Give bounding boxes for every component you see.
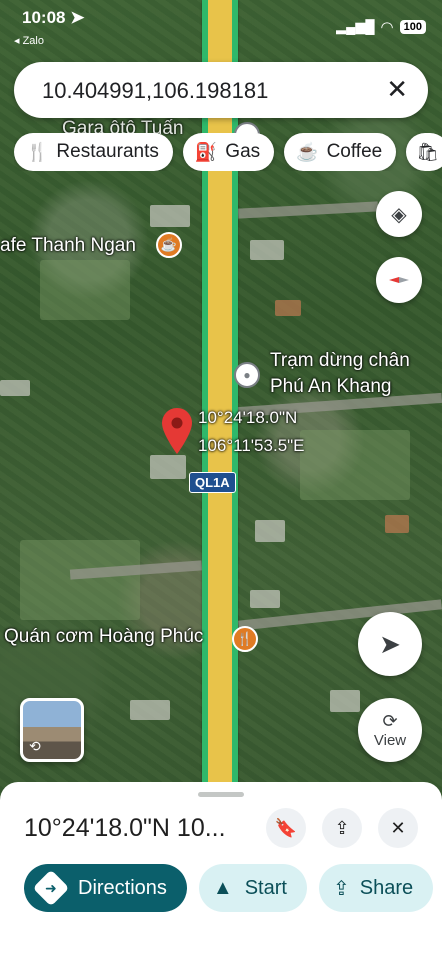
start-button[interactable]: ▲ Start [198,864,307,912]
satellite-map[interactable]: Gara ôtô Tuấn ● afe Thanh Ngan ☕ ● Trạm … [0,0,442,800]
category-chips: 🍴 Restaurants ⛽ Gas ☕ Coffee 🛍 [14,133,442,171]
chip-more[interactable]: 🛍 [406,133,442,171]
chip-restaurants[interactable]: 🍴 Restaurants [14,133,173,171]
map-building [130,700,170,720]
map-building [150,455,186,479]
map-building [0,380,30,396]
map-building [150,205,190,227]
close-sheet-button[interactable]: ✕ [378,808,418,848]
compass-button[interactable] [376,257,422,303]
place-title: 10°24'18.0"N 10... [24,814,226,842]
navigation-arrow-icon: ➤ [379,628,401,659]
side-road [237,201,379,219]
map-building [250,240,284,260]
road-shield-ql1a: QL1A [189,472,236,493]
poi-label-rest-stop-2[interactable]: Phú An Khang [270,376,392,398]
poi-label-rest-stop[interactable]: Trạm dừng chân [270,350,410,372]
map-field [40,260,130,320]
search-input[interactable]: 10.404991,106.198181 [42,78,268,104]
share-action-button[interactable]: ⇪ Share [318,864,434,912]
restaurant-icon: 🍴 [26,141,49,162]
status-bar: 10:08 ➤ ◂ Zalo ▂▄▆█ ◠ 100 [0,0,442,52]
share-button[interactable]: ⇪ [322,808,362,848]
gas-station-icon: ⛽ [194,141,218,162]
sheet-drag-handle[interactable] [198,792,244,797]
dropped-pin-icon[interactable] [162,408,192,454]
status-time: 10:08 ➤ [22,8,85,27]
map-building [255,520,285,542]
close-icon[interactable]: ✕ [386,74,408,105]
poi-label-restaurant[interactable]: Quán cơm Hoàng Phúc [4,626,203,648]
coffee-icon[interactable]: ☕ [156,232,182,258]
bookmark-icon: 🔖 [274,817,298,838]
street-view-button[interactable]: ⟳ View [358,698,422,762]
cellular-signal-icon: ▂▄▆█ [336,19,375,34]
status-icons: ▂▄▆█ ◠ 100 [336,18,426,36]
share-icon: ⇪ [332,877,350,900]
my-location-button[interactable]: ➤ [358,612,422,676]
save-button[interactable]: 🔖 [266,808,306,848]
directions-label: Directions [78,876,167,899]
map-field [300,430,410,500]
camera-icon: ⟳ [382,711,398,731]
wifi-icon: ◠ [380,19,394,36]
rotate-360-icon: ⟲ [29,738,41,754]
navigation-arrow-icon: ▲ [212,876,233,899]
chip-coffee[interactable]: ☕ Coffee [284,133,397,171]
chip-label: Gas [225,141,261,162]
share-icon: ⇪ [334,817,350,838]
location-arrow-icon: ➤ [70,8,85,27]
location-pin-icon[interactable]: ● [234,362,260,388]
place-bottom-sheet[interactable]: 10°24'18.0"N 10... 🔖 ⇪ ✕ ➜ Directions ▲ … [0,782,442,960]
compass-icon [389,277,409,283]
back-to-app-link[interactable]: ◂ Zalo [14,34,44,47]
chip-gas[interactable]: ⛽ Gas [182,133,275,171]
restaurant-icon[interactable]: 🍴 [232,626,258,652]
map-building [250,590,280,608]
street-view-thumbnail[interactable]: ⟲ [20,698,84,762]
pin-latitude-label: 10°24'18.0"N [198,408,298,427]
directions-icon: ➜ [32,869,70,907]
chip-label: Restaurants [56,141,159,162]
layers-button[interactable]: ◈ [376,191,422,237]
share-label: Share [359,876,414,899]
start-label: Start [244,876,287,899]
layers-icon: ◈ [391,203,407,226]
map-building [275,300,301,316]
map-building [385,515,409,533]
poi-label-cafe[interactable]: afe Thanh Ngan [0,235,136,257]
pin-longitude-label: 106°11'53.5"E [198,436,305,455]
highway-ql1a [202,0,238,800]
battery-indicator: 100 [399,20,426,34]
shopping-bag-icon: 🛍 [416,141,440,162]
search-bar[interactable]: 10.404991,106.198181 ✕ [14,62,428,118]
action-row: ➜ Directions ▲ Start ⇪ Share [24,864,442,912]
close-icon: ✕ [390,817,406,838]
chip-label: Coffee [326,141,383,162]
directions-button[interactable]: ➜ Directions [24,864,187,912]
coffee-icon: ☕ [296,141,319,162]
map-building [330,690,360,712]
street-view-label: View [373,732,407,749]
map-field [20,540,140,620]
